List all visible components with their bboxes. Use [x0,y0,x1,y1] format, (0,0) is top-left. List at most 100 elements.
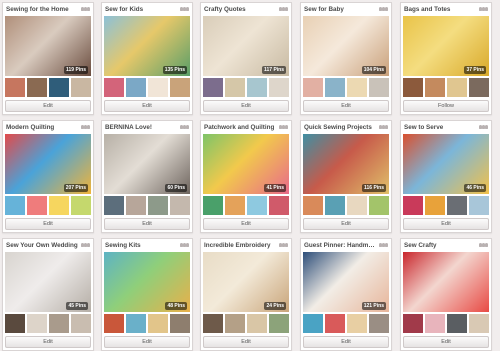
board-thumbnail[interactable] [269,78,289,97]
board-card[interactable]: Sewing Kits 48 Pins Edit [101,238,193,351]
board-cover-image[interactable]: 116 Pins [303,134,389,194]
board-thumbnail[interactable] [104,78,124,97]
board-thumbnail[interactable] [425,78,445,97]
board-cover-image[interactable]: 48 Pins [104,252,190,312]
board-card[interactable]: Sew for Kids 135 Pins Edit [101,2,193,115]
board-thumbnail[interactable] [303,314,323,333]
board-thumbnail[interactable] [49,78,69,97]
board-title[interactable]: Sew Crafty [404,242,476,249]
board-thumbnail[interactable] [369,78,389,97]
board-card[interactable]: Guest Pinner: Handmade C... 121 Pins Edit [300,238,392,351]
board-card[interactable]: Incredible Embroidery 24 Pins Edit [200,238,292,351]
board-cover-image[interactable]: 24 Pins [203,252,289,312]
board-thumbnail[interactable] [225,78,245,97]
board-thumbnail[interactable] [170,314,190,333]
board-thumbnail[interactable] [347,314,367,333]
edit-button[interactable]: Edit [5,100,91,112]
board-cover-image[interactable]: 41 Pins [203,134,289,194]
board-cover-image[interactable]: 117 Pins [203,16,289,76]
board-thumbnail[interactable] [170,78,190,97]
board-card[interactable]: Patchwork and Quilting 41 Pins Edit [200,120,292,233]
board-title[interactable]: BERNINA Love! [105,124,177,131]
board-thumbnail[interactable] [469,78,489,97]
board-thumbnail[interactable] [71,196,91,215]
board-thumbnail[interactable] [203,314,223,333]
board-title[interactable]: Sewing for the Home [6,6,78,13]
board-title[interactable]: Patchwork and Quilting [204,124,276,131]
board-thumbnail[interactable] [5,78,25,97]
board-thumbnail[interactable] [170,196,190,215]
board-card[interactable]: Sew Crafty Edit [400,238,492,351]
board-thumbnail[interactable] [126,78,146,97]
board-thumbnail[interactable] [247,196,267,215]
board-title[interactable]: Incredible Embroidery [204,242,276,249]
edit-button[interactable]: Edit [303,336,389,348]
board-thumbnail[interactable] [325,314,345,333]
board-cover-image[interactable]: 37 Pins [403,16,489,76]
edit-button[interactable]: Edit [403,336,489,348]
board-title[interactable]: Sew to Serve [404,124,476,131]
board-card[interactable]: Crafty Quotes 117 Pins Edit [200,2,292,115]
board-cover-image[interactable]: 135 Pins [104,16,190,76]
board-thumbnail[interactable] [403,314,423,333]
board-thumbnail[interactable] [425,314,445,333]
board-thumbnail[interactable] [347,78,367,97]
edit-button[interactable]: Edit [403,218,489,230]
board-card[interactable]: Sew Your Own Wedding 45 Pins Edit [2,238,94,351]
board-thumbnail[interactable] [27,196,47,215]
board-thumbnail[interactable] [104,314,124,333]
board-title[interactable]: Quick Sewing Projects [304,124,376,131]
edit-button[interactable]: Edit [104,100,190,112]
edit-button[interactable]: Edit [5,218,91,230]
board-title[interactable]: Modern Quilting [6,124,78,131]
board-thumbnail[interactable] [104,196,124,215]
board-thumbnail[interactable] [403,196,423,215]
board-cover-image[interactable]: 104 Pins [303,16,389,76]
board-card[interactable]: Modern Quilting 207 Pins Edit [2,120,94,233]
board-thumbnail[interactable] [425,196,445,215]
board-title[interactable]: Sew for Kids [105,6,177,13]
board-card[interactable]: Bags and Totes 37 Pins Follow [400,2,492,115]
board-cover-image[interactable]: 119 Pins [5,16,91,76]
board-card[interactable]: BERNINA Love! 60 Pins Edit [101,120,193,233]
board-thumbnail[interactable] [325,78,345,97]
edit-button[interactable]: Edit [104,218,190,230]
board-thumbnail[interactable] [403,78,423,97]
board-thumbnail[interactable] [5,196,25,215]
board-cover-image[interactable]: 207 Pins [5,134,91,194]
board-thumbnail[interactable] [269,314,289,333]
board-thumbnail[interactable] [325,196,345,215]
board-thumbnail[interactable] [27,78,47,97]
board-thumbnail[interactable] [49,196,69,215]
board-cover-image[interactable]: 60 Pins [104,134,190,194]
board-thumbnail[interactable] [225,314,245,333]
follow-button[interactable]: Follow [403,100,489,112]
board-thumbnail[interactable] [203,196,223,215]
board-thumbnail[interactable] [203,78,223,97]
board-thumbnail[interactable] [49,314,69,333]
board-thumbnail[interactable] [469,196,489,215]
board-thumbnail[interactable] [71,314,91,333]
board-thumbnail[interactable] [148,314,168,333]
board-thumbnail[interactable] [269,196,289,215]
board-card[interactable]: Quick Sewing Projects 116 Pins Edit [300,120,392,233]
board-thumbnail[interactable] [126,314,146,333]
board-thumbnail[interactable] [148,78,168,97]
edit-button[interactable]: Edit [104,336,190,348]
board-card[interactable]: Sew to Serve 46 Pins Edit [400,120,492,233]
board-thumbnail[interactable] [469,314,489,333]
board-thumbnail[interactable] [27,314,47,333]
board-thumbnail[interactable] [71,78,91,97]
board-cover-image[interactable]: 46 Pins [403,134,489,194]
edit-button[interactable]: Edit [203,218,289,230]
board-thumbnail[interactable] [5,314,25,333]
board-thumbnail[interactable] [447,196,467,215]
board-thumbnail[interactable] [225,196,245,215]
board-thumbnail[interactable] [126,196,146,215]
board-thumbnail[interactable] [247,78,267,97]
board-cover-image[interactable]: 45 Pins [5,252,91,312]
edit-button[interactable]: Edit [5,336,91,348]
board-title[interactable]: Sew Your Own Wedding [6,242,78,249]
board-title[interactable]: Sewing Kits [105,242,177,249]
board-title[interactable]: Guest Pinner: Handmade C... [304,242,376,249]
